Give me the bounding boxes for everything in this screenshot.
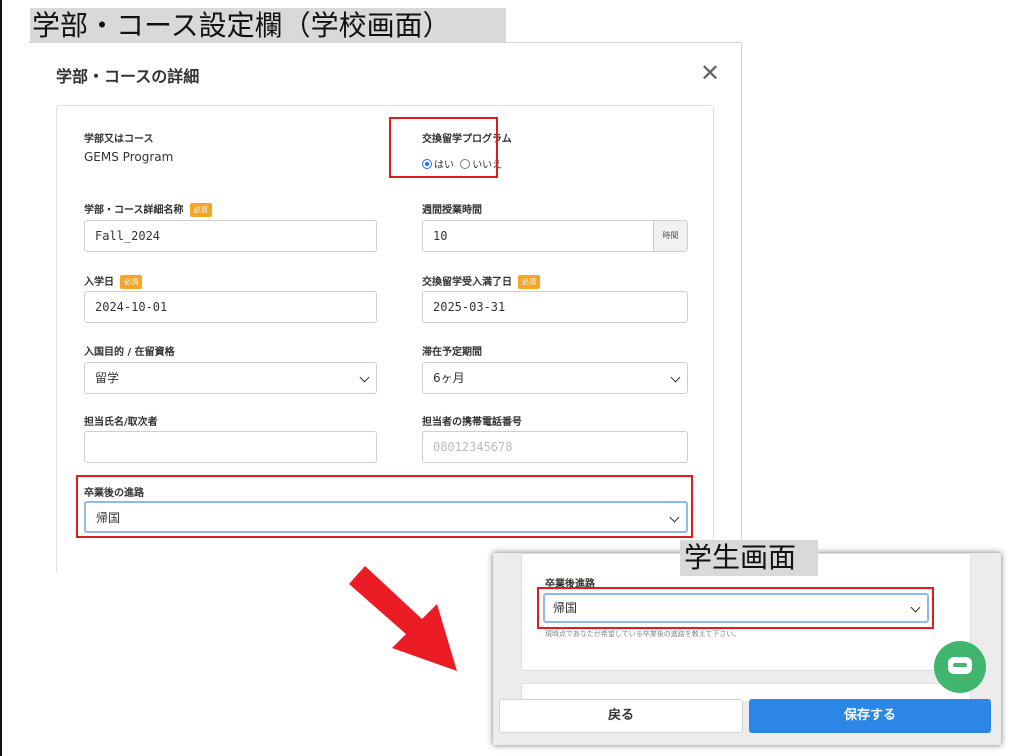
radio-yes-label: はい [434,160,454,171]
radio-no-label: いいえ [472,160,503,171]
contact-phone-input[interactable]: 08012345678 [422,431,688,463]
exchange-program-label: 交換留学プログラム [422,134,512,145]
weekly-hours-input[interactable]: 10 時間 [422,220,688,252]
contact-name-label: 担当氏名/取次者 [84,417,158,428]
back-button[interactable]: 戻る [499,699,743,733]
chat-bubble-icon [948,657,972,674]
chevron-down-icon [670,372,681,383]
admission-date-label-text: 入学日 [84,277,114,288]
purpose-select[interactable]: 留学 [84,362,377,394]
stay-period-label: 滞在予定期間 [422,347,482,358]
purpose-value: 留学 [95,371,120,385]
chat-icon[interactable] [934,641,986,693]
department-value: GEMS Program [84,150,174,164]
save-button[interactable]: 保存する [749,699,991,733]
student-career-value: 帰国 [553,601,578,615]
exchange-end-label-text: 交換留学受入満了日 [422,277,512,288]
purpose-label: 入国目的 / 在留資格 [84,347,175,358]
contact-phone-label: 担当者の携帯電話番号 [422,417,522,428]
detail-name-input[interactable]: Fall_2024 [84,220,377,252]
student-screen-caption: 学生画面 [680,540,818,576]
contact-name-input[interactable] [84,431,377,463]
student-career-help-text: 現時点であなたが希望している卒業後の進路を教えて下さい。 [545,630,741,638]
admission-date-label: 入学日 必須 [84,273,142,289]
exchange-end-input[interactable]: 2025-03-31 [422,291,688,323]
career-value: 帰国 [96,511,121,525]
department-label: 学部又はコース [84,134,154,145]
required-badge: 必須 [189,203,212,217]
red-arrow-icon [349,566,457,671]
chevron-down-icon [669,512,680,523]
close-icon[interactable]: ✕ [700,61,720,85]
course-detail-modal: 学部・コースの詳細 ✕ 学部又はコース GEMS Program 交換留学プログ… [28,42,742,572]
student-screen-window: 卒業後進路 帰国 現時点であなたが希望している卒業後の進路を教えて下さい。 戻る… [493,553,1001,745]
admission-date-input[interactable]: 2024-10-01 [84,291,377,323]
modal-title: 学部・コースの詳細 [56,67,200,86]
detail-name-label-text: 学部・コース詳細名称 [84,205,184,216]
weekly-hours-value: 10 [433,229,448,243]
chevron-down-icon [910,602,921,613]
student-career-select[interactable]: 帰国 [543,593,929,623]
career-select[interactable]: 帰国 [84,501,688,533]
required-badge: 必須 [120,275,142,289]
chevron-down-icon [359,372,370,383]
career-label: 卒業後の進路 [84,488,144,499]
form-card: 学部又はコース GEMS Program 交換留学プログラム はい いいえ 学部… [56,105,714,572]
exchange-end-label: 交換留学受入満了日 必須 [422,273,540,289]
exchange-program-radio-group: はい いいえ [422,156,502,171]
left-edge-border [0,0,2,756]
school-screen-caption: 学部・コース設定欄（学校画面） [30,8,506,44]
required-badge: 必須 [518,275,540,289]
stay-period-value: 6ヶ月 [433,371,465,385]
weekly-hours-label: 週間授業時間 [422,205,482,216]
radio-yes[interactable] [422,159,432,169]
detail-name-label: 学部・コース詳細名称 必須 [84,201,212,217]
student-career-label: 卒業後進路 [545,579,595,590]
hours-unit-addon: 時間 [653,221,687,251]
stay-period-select[interactable]: 6ヶ月 [422,362,688,394]
radio-no[interactable] [460,159,471,169]
